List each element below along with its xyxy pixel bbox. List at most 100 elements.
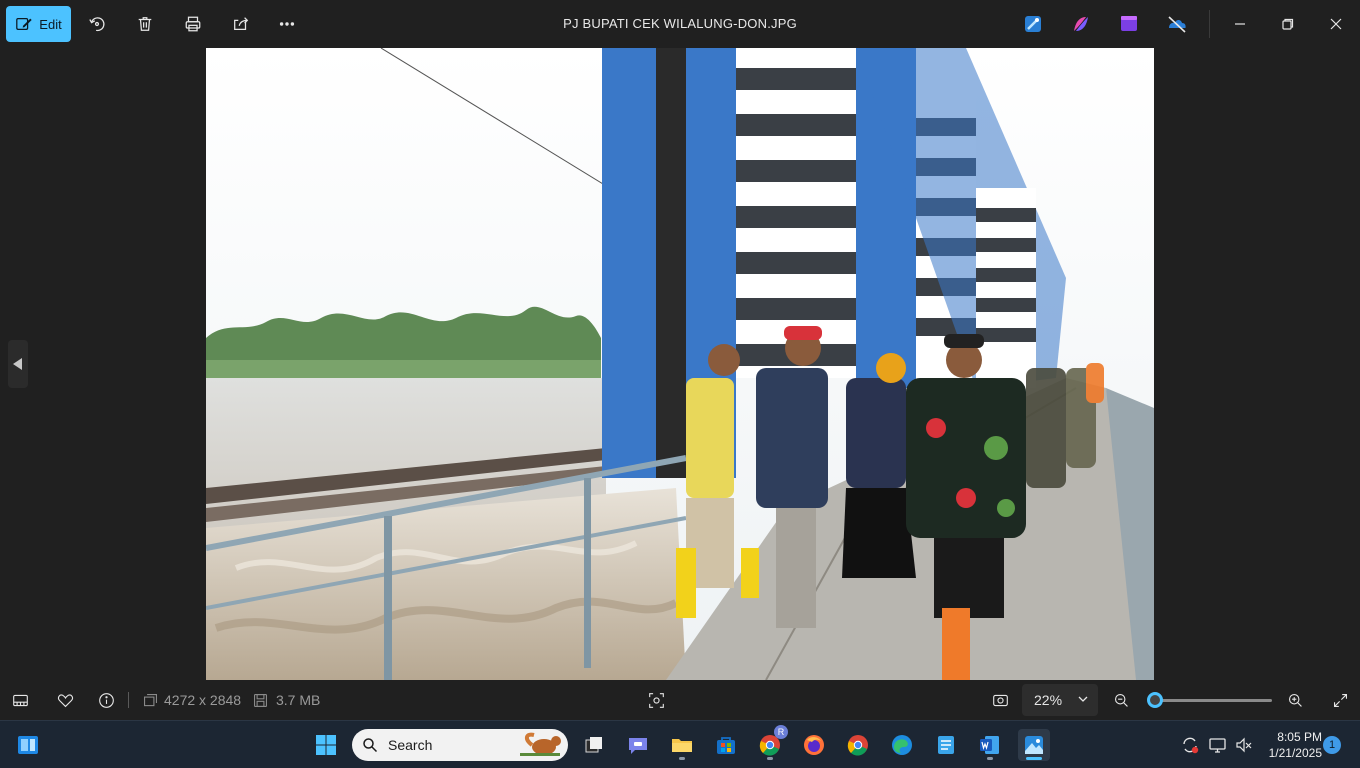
visual-search-button[interactable]: [646, 690, 666, 710]
widgets-button[interactable]: [12, 729, 44, 761]
file-size: 3.7 MB: [276, 692, 321, 708]
share-icon: [234, 17, 249, 31]
taskbar-search[interactable]: Search: [352, 729, 568, 761]
volume-muted-icon: [1236, 737, 1252, 753]
minimize-button[interactable]: [1228, 12, 1252, 36]
active-indicator: [1026, 757, 1042, 760]
edge-icon: [892, 735, 912, 755]
photos-button[interactable]: [1018, 729, 1050, 761]
chat-icon: [629, 738, 647, 754]
search-highlight-illustration: [520, 732, 561, 756]
photos-icon: [1025, 736, 1043, 754]
close-button[interactable]: [1324, 12, 1348, 36]
filmstrip-button[interactable]: [10, 690, 30, 710]
store-button[interactable]: [710, 729, 742, 761]
fit-to-window-button[interactable]: [990, 690, 1010, 710]
edit-button-label: Edit: [39, 16, 62, 32]
firefox-button[interactable]: [798, 729, 830, 761]
print-button[interactable]: [181, 12, 205, 36]
full-screen-button[interactable]: [1330, 690, 1350, 710]
zoom-value: 22%: [1034, 692, 1063, 708]
visual-search-icon: [648, 692, 664, 708]
running-indicator: [987, 757, 993, 760]
store-icon: [717, 737, 735, 754]
restore-icon: [1282, 18, 1294, 30]
sync-icon: [1183, 737, 1199, 754]
running-indicator: [679, 757, 685, 760]
resolution-icon: [143, 693, 157, 706]
previous-image-button[interactable]: [8, 340, 28, 388]
chevron-down-icon: [1078, 696, 1088, 702]
widgets-icon: [18, 736, 38, 754]
start-button[interactable]: [310, 729, 342, 761]
file-explorer-button[interactable]: [666, 729, 698, 761]
rotate-button[interactable]: [85, 12, 109, 36]
more-icon: [279, 22, 295, 26]
clock-date: 1/21/2025: [1268, 746, 1322, 760]
favorite-button[interactable]: [55, 690, 75, 710]
clock-time: 8:05 PM: [1277, 730, 1322, 744]
task-view-button[interactable]: [578, 729, 610, 761]
photo-image: [206, 48, 1154, 680]
fit-screen-icon: [992, 694, 1008, 706]
chevron-left-icon: [13, 358, 22, 370]
photo-viewport[interactable]: [206, 48, 1154, 680]
word-icon: [980, 736, 999, 754]
zoom-dropdown[interactable]: 22%: [1022, 684, 1098, 716]
onedrive-icon[interactable]: [1166, 13, 1188, 35]
search-icon: [363, 738, 378, 753]
notepad-icon: [938, 736, 954, 754]
firefox-icon: [804, 735, 824, 755]
zoom-in-button[interactable]: [1285, 690, 1305, 710]
edge-button[interactable]: [886, 729, 918, 761]
zoom-in-icon: [1288, 693, 1302, 707]
word-button[interactable]: [974, 729, 1006, 761]
windows-logo-icon: [316, 735, 336, 755]
share-button[interactable]: [229, 12, 253, 36]
info-button[interactable]: [96, 690, 116, 710]
restore-button[interactable]: [1276, 12, 1300, 36]
info-icon: [98, 692, 114, 708]
windows-taskbar: Search R 8:05 PM 1/21/2025 1: [0, 720, 1360, 768]
delete-button[interactable]: [133, 12, 157, 36]
close-icon: [1330, 18, 1342, 30]
dimensions-icon-wrap: [140, 690, 160, 710]
volume-tray-button[interactable]: [1228, 729, 1260, 761]
notification-badge[interactable]: 1: [1323, 736, 1341, 754]
designer-icon[interactable]: [1022, 13, 1044, 35]
copilot-icon[interactable]: [1070, 13, 1092, 35]
rotate-icon: [89, 17, 105, 32]
top-toolbar: Edit PJ BUPATI CEK WILALUNG-DON.JPG: [0, 0, 1360, 48]
expand-icon: [1333, 693, 1347, 707]
zoom-out-icon: [1114, 693, 1128, 707]
chrome-button[interactable]: [842, 729, 874, 761]
more-button[interactable]: [275, 12, 299, 36]
profile-badge: R: [774, 725, 788, 739]
toolbar-divider: [1209, 10, 1210, 38]
zoom-out-button[interactable]: [1111, 690, 1131, 710]
teams-chat-button[interactable]: [622, 729, 654, 761]
folder-icon: [672, 739, 692, 752]
status-bar: 4272 x 2848 3.7 MB 22%: [0, 680, 1360, 720]
status-divider: [128, 692, 129, 708]
file-title: PJ BUPATI CEK WILALUNG-DON.JPG: [563, 16, 797, 31]
save-disk-icon: [253, 693, 267, 707]
chrome-icon: [847, 735, 868, 756]
filesize-icon-wrap: [250, 690, 270, 710]
running-indicator: [767, 757, 773, 760]
zoom-slider-track[interactable]: [1148, 699, 1272, 702]
clipchamp-icon[interactable]: [1118, 13, 1140, 35]
taskbar-clock[interactable]: 8:05 PM 1/21/2025: [1262, 729, 1322, 761]
image-dimensions: 4272 x 2848: [164, 692, 242, 708]
filmstrip-icon: [12, 694, 28, 706]
zoom-slider-thumb[interactable]: [1147, 692, 1163, 708]
edit-button[interactable]: Edit: [6, 6, 71, 42]
photos-app-window: Edit PJ BUPATI CEK WILALUNG-DON.JPG 4272…: [0, 0, 1360, 720]
delete-icon: [138, 17, 152, 31]
chrome-profile-button[interactable]: R: [754, 725, 788, 761]
edit-icon: [16, 17, 32, 31]
search-placeholder: Search: [388, 737, 433, 753]
heart-icon: [57, 693, 73, 707]
print-icon: [185, 16, 201, 32]
notepad-button[interactable]: [930, 729, 962, 761]
